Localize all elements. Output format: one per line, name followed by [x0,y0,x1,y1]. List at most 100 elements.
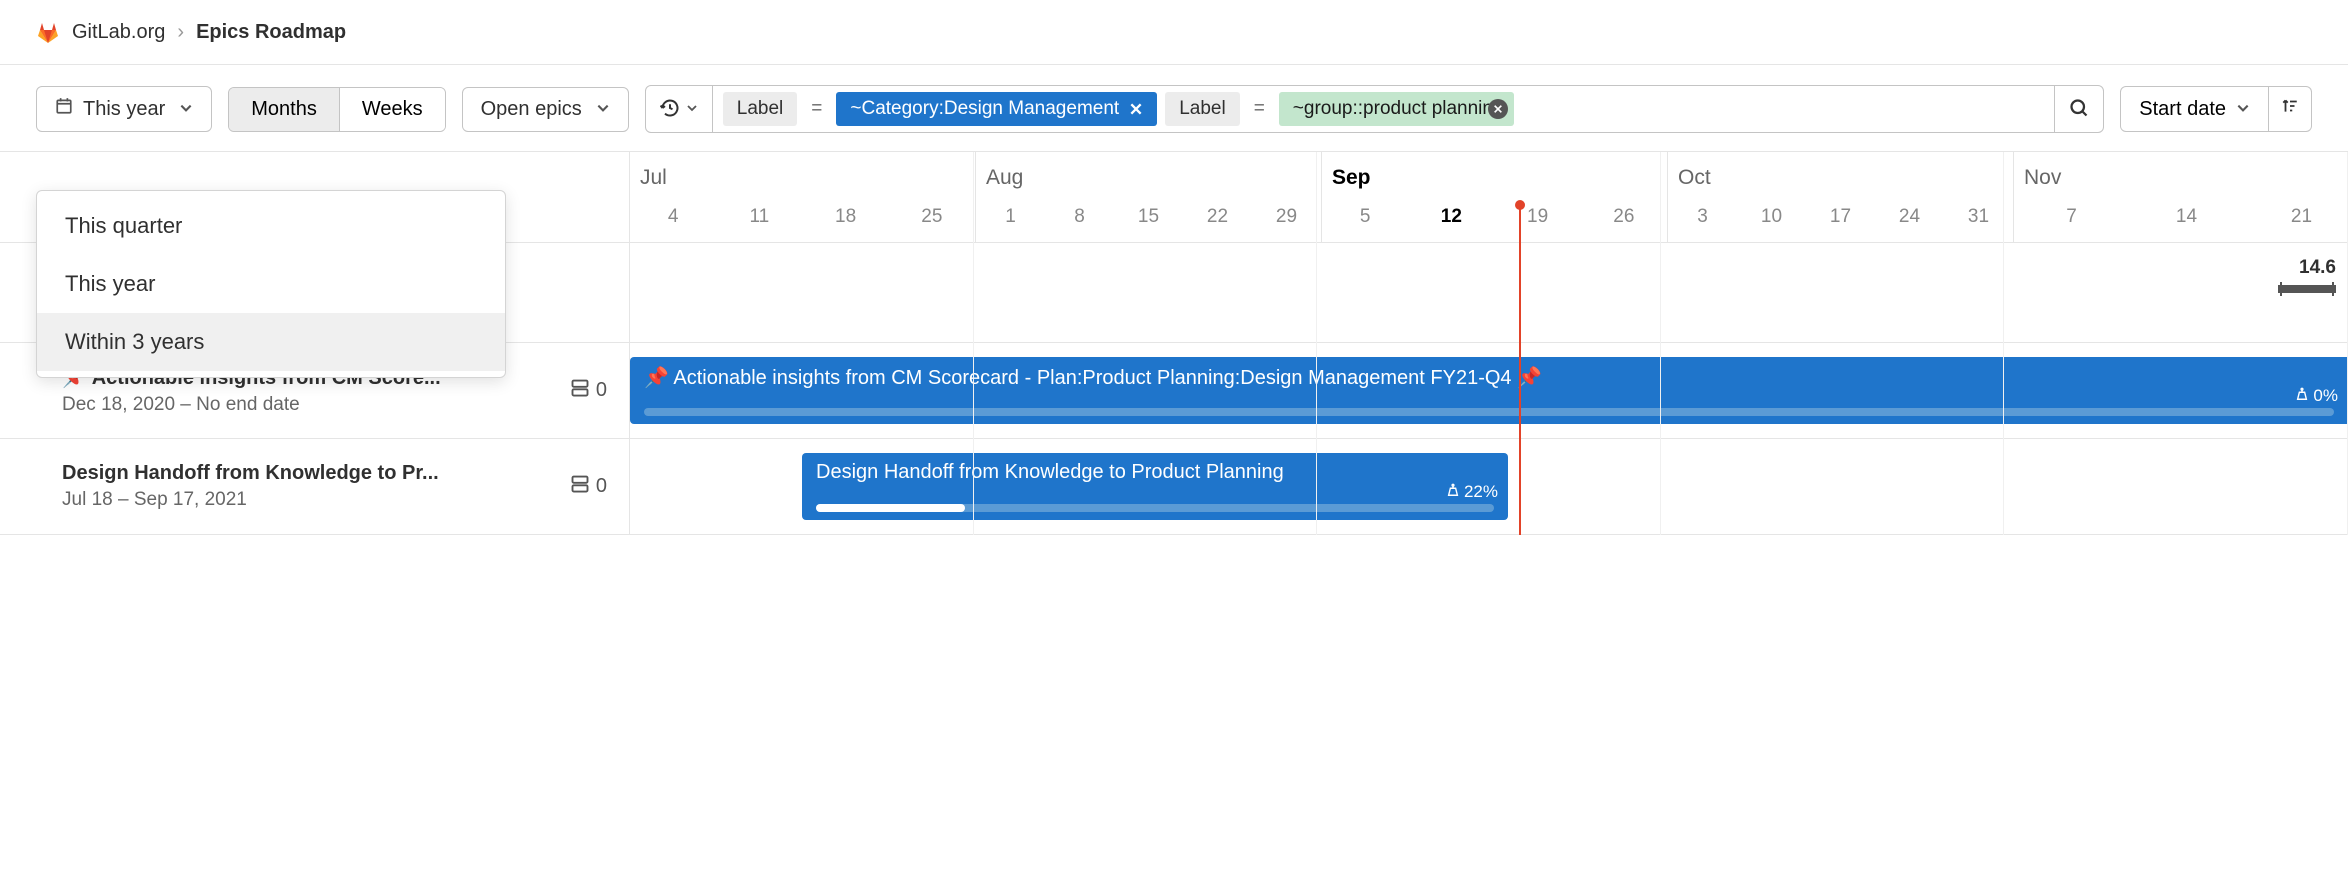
epic-timeline-bar[interactable]: Design Handoff from Knowledge to Product… [802,453,1508,520]
timeline-days-row: 4111825 [630,196,975,242]
close-icon[interactable] [1488,99,1508,119]
search-icon [2069,98,2089,121]
epic-timeline-bar[interactable]: 📌 Actionable insights from CM Scorecard … [630,357,2348,424]
date-range-dropdown[interactable]: This year [36,86,212,132]
breadcrumb-current: Epics Roadmap [196,21,346,44]
milestone-bar-icon [2278,285,2336,293]
timeline-day-label: 18 [803,196,889,242]
timeline-day-label: 11 [716,196,802,242]
sort-field-label: Start date [2139,98,2226,121]
today-dot-icon [1515,200,1525,210]
epic-child-count[interactable]: 0 [570,474,607,500]
timeline-month-label: Sep [1322,152,1667,196]
timeline-day-label: 31 [1944,196,2013,242]
sort-control: Start date [2120,86,2312,132]
filter-token-op: = [805,98,828,120]
milestone-lane: 14.6 [630,243,2348,342]
timeline-month-label: Jul [630,152,975,196]
epic-icon [570,474,590,500]
timeline-day-label: 5 [1322,196,1408,242]
sort-direction-button[interactable] [2269,86,2312,132]
date-range-option[interactable]: Within 3 years [37,313,505,371]
date-range-label: This year [83,98,165,121]
filter-history-button[interactable] [646,86,713,132]
timeline-days-row: 5121926 [1322,196,1667,242]
granularity-weeks[interactable]: Weeks [339,88,445,131]
timeline-day-label: 1 [976,196,1045,242]
epic-icon [570,378,590,404]
chevron-down-icon [179,98,193,121]
timeline-day-label: 7 [2014,196,2129,242]
filter-token-value-text: ~Category:Design Management [850,98,1119,120]
timeline-days-row: 310172431 [1668,196,2013,242]
milestone-marker[interactable]: 14.6 [2278,257,2336,293]
toolbar: This year Months Weeks Open epics Label … [0,65,2348,152]
chevron-down-icon [596,98,610,121]
filter-bar: Label = ~Category:Design Management Labe… [645,85,2105,133]
timeline-day-label: 3 [1668,196,1737,242]
weight-icon [1446,482,1460,502]
timeline-month-label: Aug [976,152,1321,196]
timeline-day-label: 26 [1581,196,1667,242]
filter-token-value-text: ~group::product planning [1293,98,1504,120]
epic-bar-title: Design Handoff from Knowledge to Product… [816,461,1494,484]
timeline-day-label: 22 [1183,196,1252,242]
weight-icon [2295,386,2309,406]
chevron-down-icon [686,101,698,117]
filter-token-key[interactable]: Label [723,92,798,126]
epic-date-range: Dec 18, 2020 – No end date [62,394,556,416]
timeline-day-label: 8 [1045,196,1114,242]
epic-state-dropdown[interactable]: Open epics [462,87,629,132]
epic-lane: Design Handoff from Knowledge to Product… [630,439,2348,534]
timeline-month-label: Oct [1668,152,2013,196]
timeline-days-row: 18152229 [976,196,1321,242]
breadcrumb: GitLab.org › Epics Roadmap [0,0,2348,65]
epic-lane: 📌 Actionable insights from CM Scorecard … [630,343,2348,438]
history-icon [660,98,680,121]
epic-weight-label: 22% [1446,482,1498,502]
close-icon[interactable] [1129,102,1143,116]
timeline-month-column: Sep5121926 [1322,152,1668,242]
filter-token-value[interactable]: ~group::product planning [1279,92,1514,126]
timeline-month-column: Nov71421 [2014,152,2348,242]
timeline-day-label: 17 [1806,196,1875,242]
sort-field-dropdown[interactable]: Start date [2120,86,2269,132]
timeline-day-label: 21 [2244,196,2348,242]
timeline-day-label: 15 [1114,196,1183,242]
epic-title: Design Handoff from Knowledge to Pr... [62,462,556,485]
timeline-day-label: 10 [1737,196,1806,242]
timeline-day-label: 19 [1495,196,1581,242]
milestone-label: 14.6 [2278,257,2336,279]
breadcrumb-separator: › [177,21,184,44]
date-range-menu: This quarter This year Within 3 years [36,190,506,378]
chevron-down-icon [2236,98,2250,121]
date-range-option[interactable]: This quarter [37,197,505,255]
timeline-month-label: Nov [2014,152,2348,196]
timeline-month-column: Jul4111825 [630,152,976,242]
timeline-month-column: Aug18152229 [976,152,1322,242]
timeline-month-column: Oct310172431 [1668,152,2014,242]
granularity-months[interactable]: Months [229,88,339,131]
today-indicator [1519,204,1521,535]
timeline-day-label: 12 [1408,196,1494,242]
timeline-days-row: 71421 [2014,196,2348,242]
epic-child-count-value: 0 [596,475,607,498]
epic-date-range: Jul 18 – Sep 17, 2021 [62,489,556,511]
epic-child-count[interactable]: 0 [570,378,607,404]
epic-sidebar-cell[interactable]: Design Handoff from Knowledge to Pr... J… [0,439,630,534]
date-range-option[interactable]: This year [37,255,505,313]
calendar-icon [55,97,73,121]
filter-tokens[interactable]: Label = ~Category:Design Management Labe… [713,86,2055,132]
timeline-day-label: 4 [630,196,716,242]
gitlab-logo-icon [36,20,60,44]
epic-child-count-value: 0 [596,379,607,402]
filter-search-button[interactable] [2054,86,2103,132]
epic-weight-label: 0% [2295,386,2338,406]
filter-token-key[interactable]: Label [1165,92,1240,126]
timeline-day-label: 24 [1875,196,1944,242]
epic-progress-fill [816,504,965,512]
breadcrumb-org[interactable]: GitLab.org [72,21,165,44]
granularity-segmented: Months Weeks [228,87,445,132]
filter-token-value[interactable]: ~Category:Design Management [836,92,1157,126]
timeline-day-label: 14 [2129,196,2244,242]
